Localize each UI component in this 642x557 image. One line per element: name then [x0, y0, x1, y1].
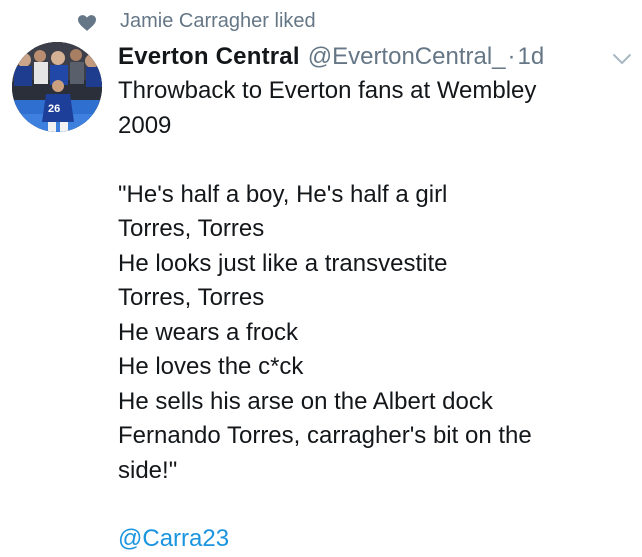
tweet-line: Fernando Torres, carragher's bit on the	[118, 422, 532, 449]
tweet-line: Throwback to Everton fans at Wembley	[118, 77, 537, 104]
chevron-down-icon[interactable]	[612, 52, 632, 66]
tweet-line: Torres, Torres	[118, 284, 265, 311]
tweet-line: He looks just like a transvestite	[118, 249, 448, 277]
tweet-line: Torres, Torres	[118, 215, 265, 242]
social-context: Jamie Carragher liked	[78, 6, 316, 36]
tweet-card[interactable]: Jamie Carragher liked 26 Everton Central…	[0, 0, 642, 557]
svg-text:26: 26	[48, 103, 60, 115]
social-context-text[interactable]: Jamie Carragher liked	[120, 10, 316, 33]
tweet-line: side!"	[118, 456, 178, 484]
avatar[interactable]: 26	[12, 42, 102, 132]
tweet-line: He sells his arse on the Albert dock	[118, 387, 493, 415]
display-name[interactable]: Everton Central	[118, 40, 300, 74]
tweet-line: 2009	[118, 111, 172, 139]
tweet-timestamp[interactable]: 1d	[518, 40, 545, 74]
separator-dot: ·	[507, 43, 516, 70]
tweet-header: Everton Central @EvertonCentral_ · 1d	[118, 40, 628, 74]
tweet-line: He wears a frock	[118, 318, 299, 346]
tweet-content: Everton Central @EvertonCentral_ · 1d Th…	[118, 40, 631, 556]
avatar-image: 26	[12, 42, 102, 132]
mention-link[interactable]: @Carra23	[118, 522, 628, 556]
tweet-line: "He's half a boy, He's half a girl	[118, 180, 448, 208]
tweet-text: Throwback to Everton fans at Wembley 200…	[118, 74, 628, 488]
heart-icon	[78, 15, 96, 31]
user-handle[interactable]: @EvertonCentral_	[308, 40, 506, 74]
tweet-line: He loves the c*ck	[118, 353, 304, 380]
